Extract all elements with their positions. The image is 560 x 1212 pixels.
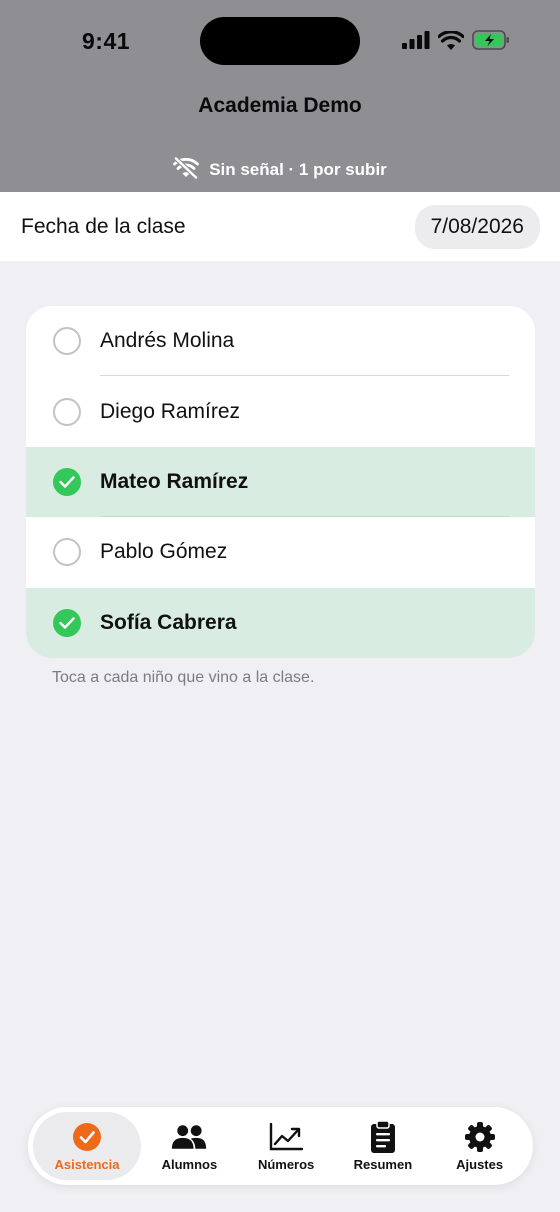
wifi-icon	[437, 29, 465, 55]
dynamic-island	[200, 17, 360, 65]
tab-label: Alumnos	[161, 1156, 218, 1172]
status-time: 9:41	[82, 28, 131, 54]
tab-numeros[interactable]: Números	[238, 1112, 335, 1180]
student-row[interactable]: Sofía Cabrera	[26, 587, 535, 658]
checkmark-circle-icon	[53, 608, 81, 637]
tab-asistencia[interactable]: Asistencia	[33, 1112, 141, 1180]
attendance-hint: Toca a cada niño que vino a la clase.	[52, 669, 315, 686]
tab-ajustes[interactable]: Ajustes	[431, 1112, 528, 1180]
status-bar: 9:41	[0, 0, 560, 84]
class-date-picker[interactable]: 7/08/2026	[414, 204, 540, 249]
header: 9:41 Academia Demo Sin señal · 1 por sub…	[0, 0, 560, 192]
attendance-check-icon	[69, 1121, 105, 1153]
offline-status-banner: Sin señal · 1 por subir	[0, 156, 560, 184]
chart-line-icon	[268, 1121, 304, 1153]
class-date-row: Fecha de la clase 7/08/2026	[0, 192, 560, 261]
page-title: Academia Demo	[198, 94, 362, 117]
unchecked-circle-icon	[53, 538, 81, 567]
student-row[interactable]: Andrés Molina	[26, 306, 535, 377]
tab-bar: Asistencia Alumnos Números Resumen Ajust…	[28, 1107, 533, 1185]
student-row[interactable]: Diego Ramírez	[26, 376, 535, 446]
tab-alumnos[interactable]: Alumnos	[141, 1112, 238, 1180]
student-name: Pablo Gómez	[100, 540, 228, 564]
tab-label: Números	[257, 1156, 315, 1172]
tab-resumen[interactable]: Resumen	[335, 1112, 432, 1180]
clipboard-icon	[365, 1119, 401, 1153]
cellular-signal-icon	[402, 31, 430, 54]
gear-icon	[462, 1121, 498, 1153]
student-name: Andrés Molina	[100, 329, 235, 353]
checkmark-circle-icon	[53, 467, 81, 496]
student-row[interactable]: Pablo Gómez	[26, 517, 535, 587]
people-icon	[171, 1121, 207, 1153]
class-date-label: Fecha de la clase	[21, 214, 186, 238]
status-icons	[402, 29, 510, 55]
offline-status-text: Sin señal · 1 por subir	[209, 160, 387, 179]
tab-label: Asistencia	[54, 1156, 120, 1172]
student-name: Mateo Ramírez	[100, 469, 249, 493]
tab-label: Resumen	[353, 1156, 413, 1172]
student-list: Andrés Molina Diego Ramírez Mateo Ramíre…	[26, 306, 535, 658]
tab-label: Ajustes	[456, 1156, 504, 1172]
wifi-off-icon	[173, 156, 200, 184]
unchecked-circle-icon	[53, 327, 81, 356]
student-name: Diego Ramírez	[100, 399, 241, 423]
student-name: Sofía Cabrera	[100, 610, 237, 634]
unchecked-circle-icon	[53, 397, 81, 426]
battery-icon	[472, 30, 510, 55]
student-row[interactable]: Mateo Ramírez	[26, 446, 535, 518]
